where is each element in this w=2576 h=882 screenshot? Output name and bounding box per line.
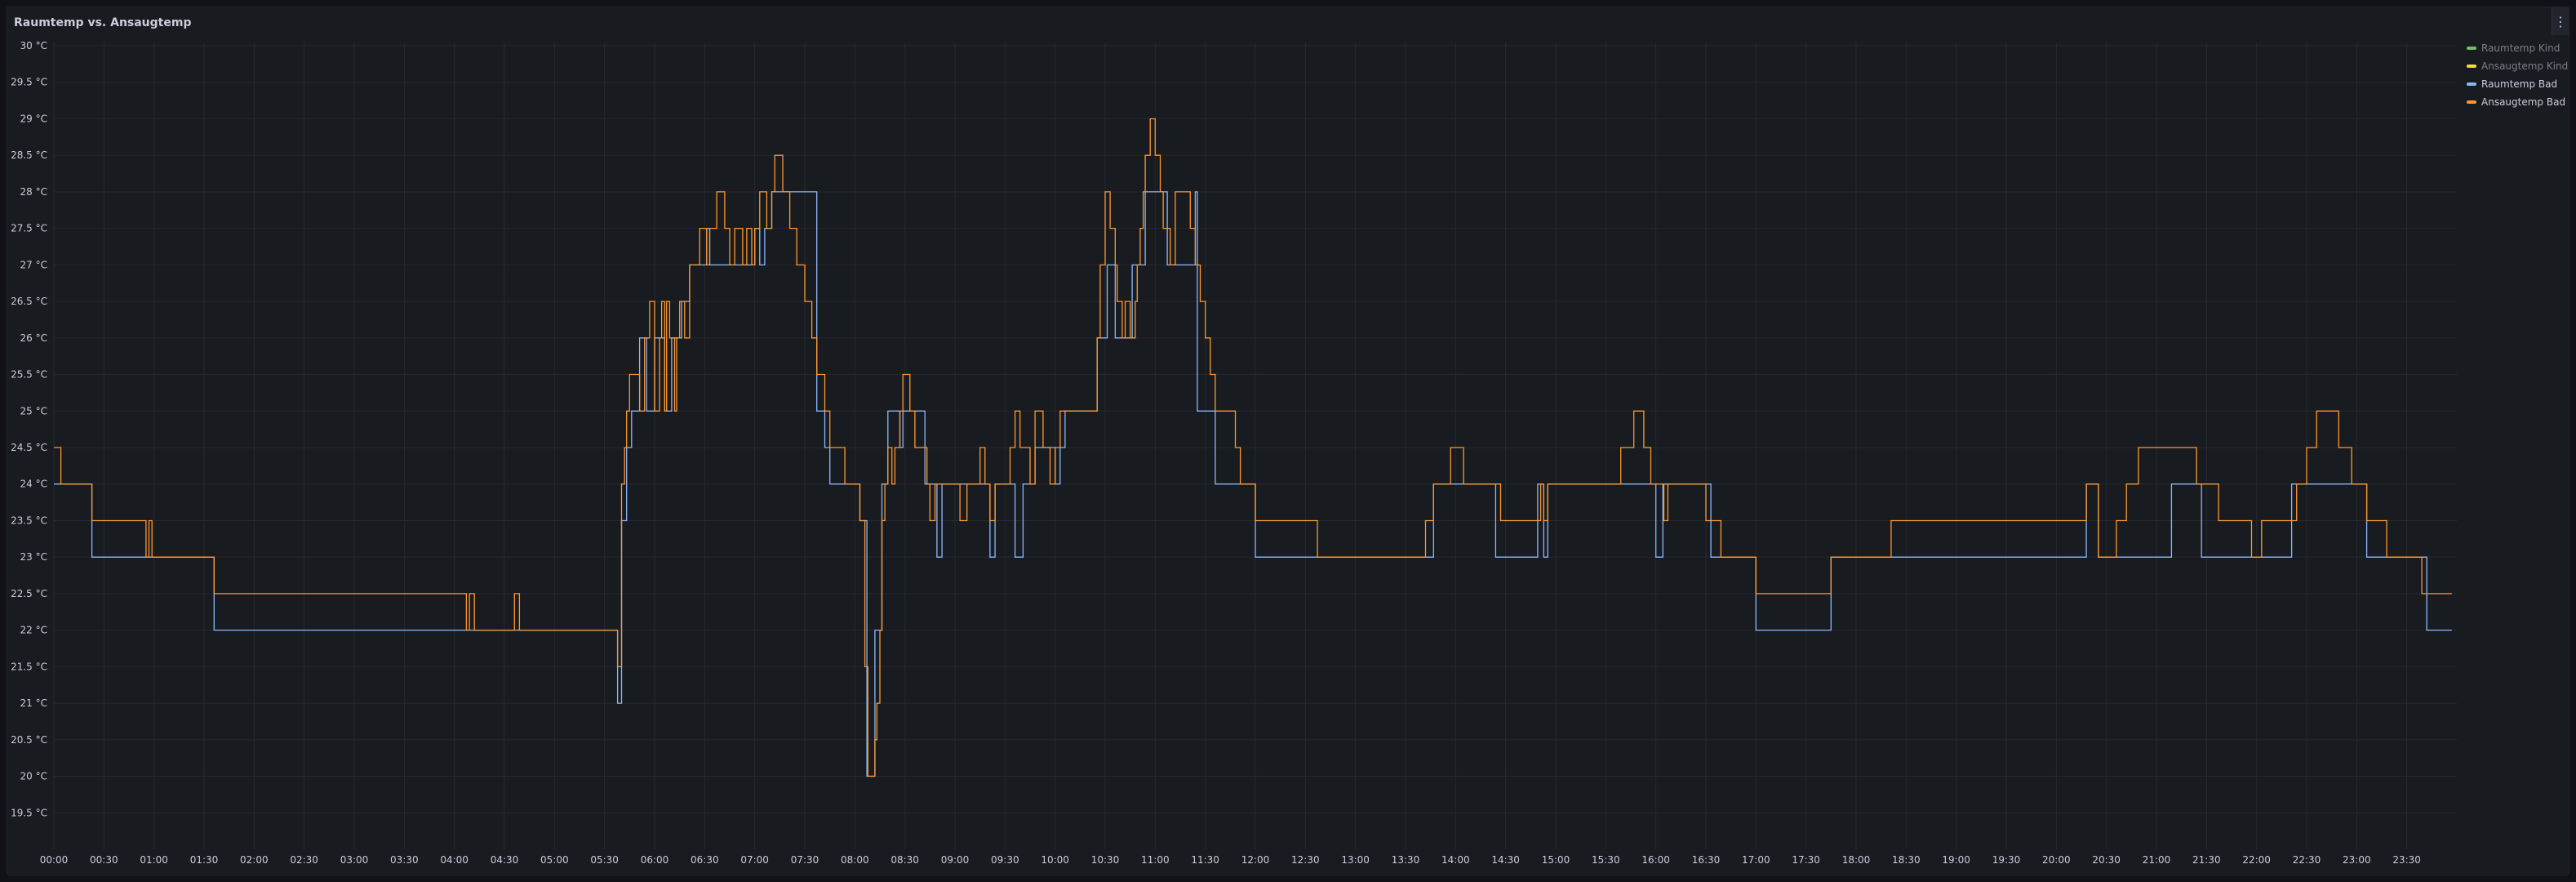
y-tick-label: 20 °C [20, 771, 47, 782]
x-tick-label: 04:30 [491, 854, 519, 866]
x-tick-label: 21:30 [2192, 854, 2221, 866]
x-tick-label: 20:30 [2092, 854, 2121, 866]
legend-label: Ansaugtemp Kind [2481, 60, 2569, 72]
y-axis: 19.5 °C 20 °C 20.5 °C 21 °C 21.5 °C 22 °C 22.5… [11, 40, 47, 818]
x-tick-label: 13:00 [1341, 854, 1370, 866]
y-tick-label: 29.5 °C [11, 77, 47, 88]
x-tick-label: 03:00 [340, 854, 369, 866]
y-tick-label: 27 °C [20, 259, 47, 270]
y-tick-label: 28.5 °C [11, 149, 47, 161]
x-tick-label: 16:00 [1641, 854, 1670, 866]
legend-item-raumtemp-bad[interactable]: Raumtemp Bad [2467, 75, 2568, 93]
y-tick-label: 21 °C [20, 697, 47, 709]
legend-item-ansaugtemp-kind[interactable]: Ansaugtemp Kind [2467, 57, 2568, 75]
x-tick-label: 08:00 [841, 854, 869, 866]
x-tick-label: 10:30 [1091, 854, 1120, 866]
x-tick-label: 20:00 [2042, 854, 2071, 866]
y-tick-label: 20.5 °C [11, 734, 47, 746]
y-tick-label: 28 °C [20, 186, 47, 198]
x-tick-label: 09:30 [991, 854, 1019, 866]
x-tick-label: 01:30 [190, 854, 219, 866]
legend-item-raumtemp-kind[interactable]: Raumtemp Kind [2467, 39, 2568, 57]
line-chart: 19.5 °C 20 °C 20.5 °C 21 °C 21.5 °C 22 °C 22.5… [11, 40, 2457, 866]
legend-item-ansaugtemp-bad[interactable]: Ansaugtemp Bad [2467, 93, 2568, 111]
x-tick-label: 10:00 [1041, 854, 1069, 866]
x-tick-label: 02:30 [290, 854, 318, 866]
y-tick-label: 23 °C [20, 551, 47, 563]
y-tick-label: 27.5 °C [11, 223, 47, 234]
x-tick-label: 22:30 [2293, 854, 2321, 866]
legend-label: Ansaugtemp Bad [2481, 96, 2566, 108]
x-tick-label: 00:00 [40, 854, 69, 866]
x-tick-label: 03:30 [390, 854, 419, 866]
y-tick-label: 29 °C [20, 113, 47, 124]
x-tick-label: 18:30 [1892, 854, 1921, 866]
y-tick-label: 21.5 °C [11, 661, 47, 672]
x-tick-label: 01:00 [140, 854, 168, 866]
x-tick-label: 15:30 [1592, 854, 1620, 866]
x-tick-label: 19:30 [1992, 854, 2021, 866]
x-tick-label: 12:00 [1241, 854, 1270, 866]
y-tick-label: 25 °C [20, 405, 47, 416]
x-tick-label: 12:30 [1291, 854, 1320, 866]
y-tick-label: 24 °C [20, 479, 47, 490]
y-tick-label: 22 °C [20, 625, 47, 636]
grid-lines [53, 42, 2457, 849]
x-tick-label: 21:00 [2143, 854, 2171, 866]
y-tick-label: 26.5 °C [11, 296, 47, 307]
legend-label: Raumtemp Bad [2481, 78, 2558, 90]
x-tick-label: 16:30 [1692, 854, 1721, 866]
x-tick-label: 18:00 [1842, 854, 1871, 866]
x-tick-label: 17:00 [1742, 854, 1770, 866]
y-tick-label: 24.5 °C [11, 442, 47, 453]
x-tick-label: 15:00 [1542, 854, 1570, 866]
x-tick-label: 05:00 [540, 854, 569, 866]
y-tick-label: 22.5 °C [11, 588, 47, 599]
y-tick-label: 26 °C [20, 332, 47, 344]
x-tick-label: 00:30 [90, 854, 118, 866]
x-tick-label: 06:00 [641, 854, 669, 866]
x-tick-label: 07:00 [740, 854, 769, 866]
x-tick-label: 05:30 [590, 854, 619, 866]
legend: Raumtemp Kind Ansaugtemp Kind Raumtemp B… [2467, 39, 2568, 111]
x-tick-label: 09:00 [941, 854, 970, 866]
x-tick-label: 14:30 [1491, 854, 1520, 866]
legend-swatch [2467, 47, 2476, 50]
x-tick-label: 17:30 [1792, 854, 1820, 866]
legend-label: Raumtemp Kind [2481, 42, 2560, 54]
y-tick-label: 25.5 °C [11, 369, 47, 381]
y-tick-label: 19.5 °C [11, 807, 47, 818]
legend-swatch [2467, 65, 2476, 68]
x-tick-label: 02:00 [240, 854, 269, 866]
x-tick-label: 08:30 [890, 854, 919, 866]
x-tick-label: 07:30 [791, 854, 819, 866]
x-tick-label: 04:00 [440, 854, 469, 866]
x-tick-label: 14:00 [1441, 854, 1470, 866]
y-tick-label: 30 °C [20, 40, 47, 51]
x-tick-label: 22:00 [2242, 854, 2271, 866]
x-tick-label: 11:30 [1191, 854, 1219, 866]
x-tick-label: 19:00 [1942, 854, 1970, 866]
x-tick-label: 11:00 [1141, 854, 1170, 866]
legend-swatch [2467, 82, 2476, 86]
x-tick-label: 06:30 [691, 854, 719, 866]
legend-swatch [2467, 100, 2476, 104]
y-tick-label: 23.5 °C [11, 514, 47, 526]
x-tick-label: 13:30 [1392, 854, 1420, 866]
x-tick-label: 23:30 [2392, 854, 2421, 866]
x-axis: 00:00 00:30 01:00 01:30 02:00 02:30 03:00 03:30… [40, 854, 2421, 866]
x-tick-label: 23:00 [2343, 854, 2371, 866]
